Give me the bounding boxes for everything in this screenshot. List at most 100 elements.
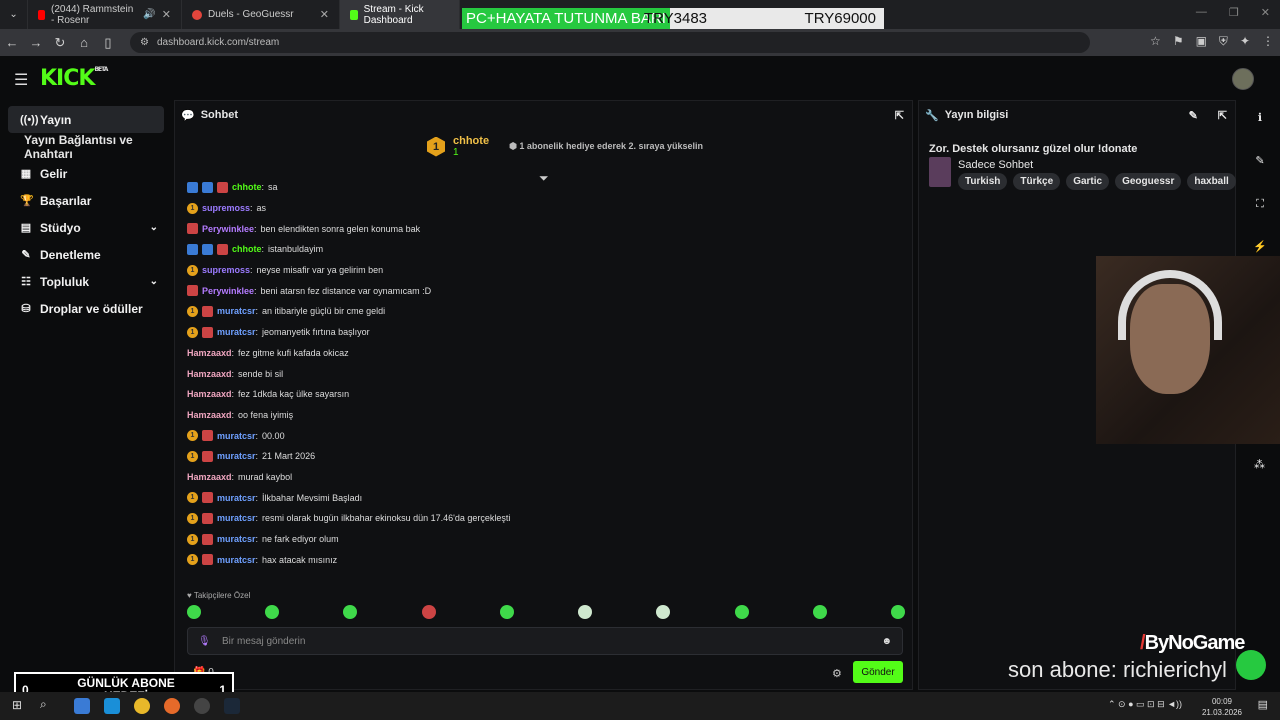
user-badge-icon[interactable]: [202, 450, 213, 462]
emote-icon[interactable]: [734, 605, 749, 619]
user-badge-icon[interactable]: 1: [187, 512, 198, 524]
user-badge-icon[interactable]: [202, 533, 213, 545]
user-badge-icon[interactable]: [202, 181, 213, 193]
tag-chip[interactable]: Turkish: [958, 173, 1008, 190]
emote-icon[interactable]: [499, 605, 514, 619]
shield-icon[interactable]: ⛨: [1219, 34, 1228, 49]
tab-search-button[interactable]: ⌄: [0, 0, 28, 29]
microphone-icon[interactable]: 🎙: [198, 636, 211, 647]
chat-username[interactable]: supremoss: [202, 265, 250, 275]
close-icon[interactable]: ✕: [320, 8, 329, 21]
extension-icon[interactable]: ▣: [1196, 34, 1207, 49]
obs-icon[interactable]: [194, 698, 210, 714]
emoji-icon[interactable]: ☻: [881, 636, 892, 647]
user-badge-icon[interactable]: [187, 223, 198, 235]
user-badge-icon[interactable]: 1: [187, 450, 198, 462]
sidebar-item-droplar[interactable]: ⛁ Droplar ve ödüller: [8, 295, 164, 322]
user-badge-icon[interactable]: 1: [187, 492, 198, 504]
notification-icon[interactable]: ▤: [1258, 698, 1268, 711]
chat-username[interactable]: chhote: [232, 182, 262, 192]
user-badge-icon[interactable]: [187, 243, 198, 255]
edit-pencil-icon[interactable]: ✎: [1240, 143, 1280, 186]
minimize-icon[interactable]: —: [1196, 6, 1207, 19]
chat-username[interactable]: Hamzaaxd: [187, 389, 232, 399]
chat-username[interactable]: muratcsr: [217, 493, 256, 503]
emote-icon[interactable]: [421, 605, 436, 619]
edit-pencil-icon[interactable]: ✎: [1189, 109, 1198, 122]
user-badge-icon[interactable]: [217, 181, 228, 193]
close-icon[interactable]: ✕: [162, 8, 171, 21]
speaker-icon[interactable]: 🔊: [143, 9, 155, 20]
chat-username[interactable]: Hamzaaxd: [187, 472, 232, 482]
home-icon[interactable]: ⌂: [72, 35, 96, 50]
user-badge-icon[interactable]: [202, 326, 213, 338]
bookmark-star-icon[interactable]: ☆: [1150, 34, 1161, 49]
app-icon[interactable]: [74, 698, 90, 714]
chat-username[interactable]: Perywinklee: [202, 286, 254, 296]
user-badge-icon[interactable]: [202, 305, 213, 317]
avatar[interactable]: [1232, 68, 1254, 90]
chat-username[interactable]: muratcsr: [217, 451, 256, 461]
user-badge-icon[interactable]: [187, 285, 198, 297]
user-badge-icon[interactable]: 1: [187, 305, 198, 317]
send-button[interactable]: Gönder: [853, 661, 903, 683]
chat-username[interactable]: Hamzaaxd: [187, 410, 232, 420]
system-tray-icons[interactable]: ⌃ ⊙ ● ▭ ⊡ ⊟ ◄)): [1108, 699, 1182, 710]
sidebar-item-basarilar[interactable]: 🏆 Başarılar: [8, 187, 164, 214]
chat-username[interactable]: muratcsr: [217, 431, 256, 441]
emote-icon[interactable]: [656, 605, 671, 619]
user-badge-icon[interactable]: [202, 554, 213, 566]
chat-username[interactable]: muratcsr: [217, 327, 256, 337]
hamburger-icon[interactable]: ☰: [14, 70, 28, 90]
chat-input[interactable]: 🎙 Bir mesaj gönderin ☻: [187, 627, 903, 655]
tag-chip[interactable]: Geoguessr: [1115, 173, 1182, 190]
category-name[interactable]: Sadece Sohbet: [958, 159, 1033, 171]
user-badge-icon[interactable]: [202, 492, 213, 504]
extension-icon[interactable]: ⚑: [1173, 34, 1184, 49]
tag-chip[interactable]: Gartic: [1066, 173, 1110, 190]
tag-chip[interactable]: Türkçe: [1013, 173, 1061, 190]
sidebar-item-denetleme[interactable]: ✎ Denetleme: [8, 241, 164, 268]
tab-geoguessr[interactable]: Duels - GeoGuessr ✕: [182, 0, 340, 29]
search-icon[interactable]: ⌕: [40, 697, 47, 712]
forward-icon[interactable]: →: [24, 35, 48, 50]
sidebar-icon[interactable]: ▯: [96, 35, 120, 51]
back-icon[interactable]: ←: [0, 35, 24, 50]
emote-icon[interactable]: [265, 605, 280, 619]
menu-dots-icon[interactable]: ⋮: [1262, 34, 1274, 49]
windows-start-icon[interactable]: ⊞: [12, 698, 22, 712]
emote-icon[interactable]: [578, 605, 593, 619]
tab-kick[interactable]: Stream - Kick Dashboard: [340, 0, 460, 29]
sidebar-item-studyo[interactable]: ▤ Stüdyo ⌄: [8, 214, 164, 241]
firefox-icon[interactable]: [164, 698, 180, 714]
popout-icon[interactable]: ⇱: [1218, 109, 1227, 122]
popout-icon[interactable]: ⇱: [895, 109, 904, 122]
clock[interactable]: 00:09 21.03.2026: [1202, 696, 1242, 718]
user-badge-icon[interactable]: 1: [187, 554, 198, 566]
tab-youtube[interactable]: (2044) Rammstein - Rosenr 🔊 ✕: [28, 0, 182, 29]
emote-icon[interactable]: [890, 605, 905, 619]
user-badge-icon[interactable]: 1: [187, 326, 198, 338]
chat-username[interactable]: Hamzaaxd: [187, 348, 232, 358]
pinned-user[interactable]: chhote: [453, 135, 489, 147]
chat-username[interactable]: chhote: [232, 244, 262, 254]
user-badge-icon[interactable]: 1: [187, 202, 198, 214]
sidebar-item-yayin[interactable]: ((•)) Yayın: [8, 106, 164, 133]
sidebar-item-gelir[interactable]: ▦ Gelir: [8, 160, 164, 187]
chat-username[interactable]: muratcsr: [217, 513, 256, 523]
user-badge-icon[interactable]: 1: [187, 533, 198, 545]
url-field[interactable]: ⚙ dashboard.kick.com/stream: [130, 32, 1090, 53]
chat-username[interactable]: muratcsr: [217, 555, 256, 565]
sidebar-item-stream-key[interactable]: Yayın Bağlantısı ve Anahtarı: [0, 133, 172, 161]
edge-icon[interactable]: [104, 698, 120, 714]
chat-username[interactable]: supremoss: [202, 203, 250, 213]
emote-icon[interactable]: [812, 605, 827, 619]
user-badge-icon[interactable]: [202, 243, 213, 255]
chat-username[interactable]: muratcsr: [217, 534, 256, 544]
puzzle-icon[interactable]: ✦: [1240, 34, 1250, 49]
emote-icon[interactable]: [187, 605, 201, 619]
maximize-icon[interactable]: ❐: [1229, 6, 1239, 19]
close-icon[interactable]: ✕: [1261, 6, 1270, 19]
user-badge-icon[interactable]: 1: [187, 430, 198, 442]
share-icon[interactable]: ⁂: [1254, 458, 1265, 471]
